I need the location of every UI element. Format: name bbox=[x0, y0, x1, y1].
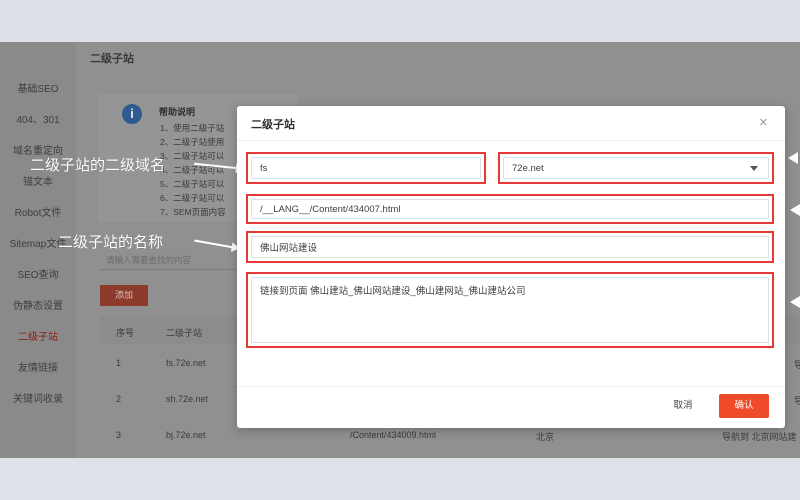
annotation-subdomain: 二级子站的二级域名 bbox=[30, 156, 166, 174]
table-cell-index: 1 bbox=[116, 358, 122, 368]
table-cell-desc: 导航到 北京网站建 bbox=[722, 432, 797, 442]
table-cell-city: 北京 bbox=[536, 432, 555, 442]
description-textarea[interactable]: 链接到页面 佛山建站_佛山网站建设_佛山建网站_佛山建站公司 bbox=[251, 277, 769, 343]
add-button[interactable]: 添加 bbox=[100, 285, 148, 306]
info-icon: i bbox=[122, 104, 142, 124]
cancel-button[interactable]: 取消 bbox=[661, 394, 705, 418]
bottom-band bbox=[0, 458, 800, 500]
dialog-title: 二级子站 bbox=[251, 119, 295, 131]
table-cell-path: /Content/434009.html bbox=[350, 430, 437, 440]
help-title: 帮助说明 bbox=[159, 107, 196, 117]
page-title: 二级子站 bbox=[90, 53, 134, 65]
chevron-down-icon bbox=[750, 166, 758, 171]
url-input[interactable]: /__LANG__/Content/434007.html bbox=[251, 199, 769, 219]
help-line: 6、二级子站可以 bbox=[160, 193, 225, 203]
close-icon[interactable]: × bbox=[759, 114, 768, 131]
table-cell-index: 2 bbox=[116, 394, 122, 404]
help-line: 2、二级子站使用 bbox=[160, 137, 225, 147]
table-cell-subdomain: fs.72e.net bbox=[166, 358, 206, 368]
highlight-name: 佛山网站建设 bbox=[246, 231, 774, 263]
confirm-button[interactable]: 确认 bbox=[719, 394, 769, 418]
annotation-arrow-edge bbox=[790, 296, 800, 308]
help-line: 3、二级子站可以 bbox=[160, 151, 225, 161]
annotation-arrow-edge bbox=[788, 152, 798, 164]
subdomain-input[interactable]: fs bbox=[251, 157, 481, 179]
table-cell-desc: 导 bbox=[794, 360, 800, 370]
sidebar-item-404-301[interactable]: 404、301 bbox=[0, 111, 76, 126]
subsite-dialog: 二级子站 × fs 72e.net /__LANG__/Content/4340… bbox=[237, 106, 785, 428]
table-cell-subdomain: sh.72e.net bbox=[166, 394, 209, 404]
domain-select-value: 72e.net bbox=[512, 162, 544, 174]
sidebar-item-robot-file[interactable]: Robot文件 bbox=[0, 204, 76, 219]
table-cell-index: 3 bbox=[116, 430, 122, 440]
sidebar-item-keyword-index[interactable]: 关键词收录 bbox=[0, 390, 76, 405]
divider bbox=[237, 386, 785, 387]
sidebar-item-subsite[interactable]: 二级子站 bbox=[0, 328, 76, 343]
annotation-name: 二级子站的名称 bbox=[58, 233, 164, 251]
highlight-subdomain: fs bbox=[246, 152, 486, 184]
sidebar-item-seo-query[interactable]: SEO查询 bbox=[0, 266, 76, 281]
top-band bbox=[0, 0, 800, 42]
table-cell-desc: 导 bbox=[794, 396, 800, 406]
help-line: 5、二级子站可以 bbox=[160, 179, 225, 189]
highlight-description: 链接到页面 佛山建站_佛山网站建设_佛山建网站_佛山建站公司 bbox=[246, 272, 774, 348]
divider bbox=[237, 140, 785, 141]
sidebar-item-pseudo-static[interactable]: 伪静态设置 bbox=[0, 297, 76, 312]
highlight-url: /__LANG__/Content/434007.html bbox=[246, 194, 774, 224]
column-header-index: 序号 bbox=[116, 328, 135, 338]
search-placeholder: 请输入需要查找的内容 bbox=[106, 255, 192, 265]
name-input[interactable]: 佛山网站建设 bbox=[251, 236, 769, 258]
table-cell-subdomain: bj.72e.net bbox=[166, 430, 206, 440]
annotation-arrow-edge bbox=[790, 204, 800, 216]
help-line: 7、SEM页面内容 bbox=[160, 207, 226, 217]
sidebar-item-basic-seo[interactable]: 基础SEO bbox=[0, 80, 76, 95]
sidebar-item-friend-links[interactable]: 友情链接 bbox=[0, 359, 76, 374]
help-line: 1、使用二级子站 bbox=[160, 123, 225, 133]
column-header-subsite: 二级子站 bbox=[166, 328, 203, 338]
domain-select[interactable]: 72e.net bbox=[503, 157, 769, 179]
highlight-domain: 72e.net bbox=[498, 152, 774, 184]
sidebar-item-anchor-text[interactable]: 锚文本 bbox=[0, 173, 76, 188]
